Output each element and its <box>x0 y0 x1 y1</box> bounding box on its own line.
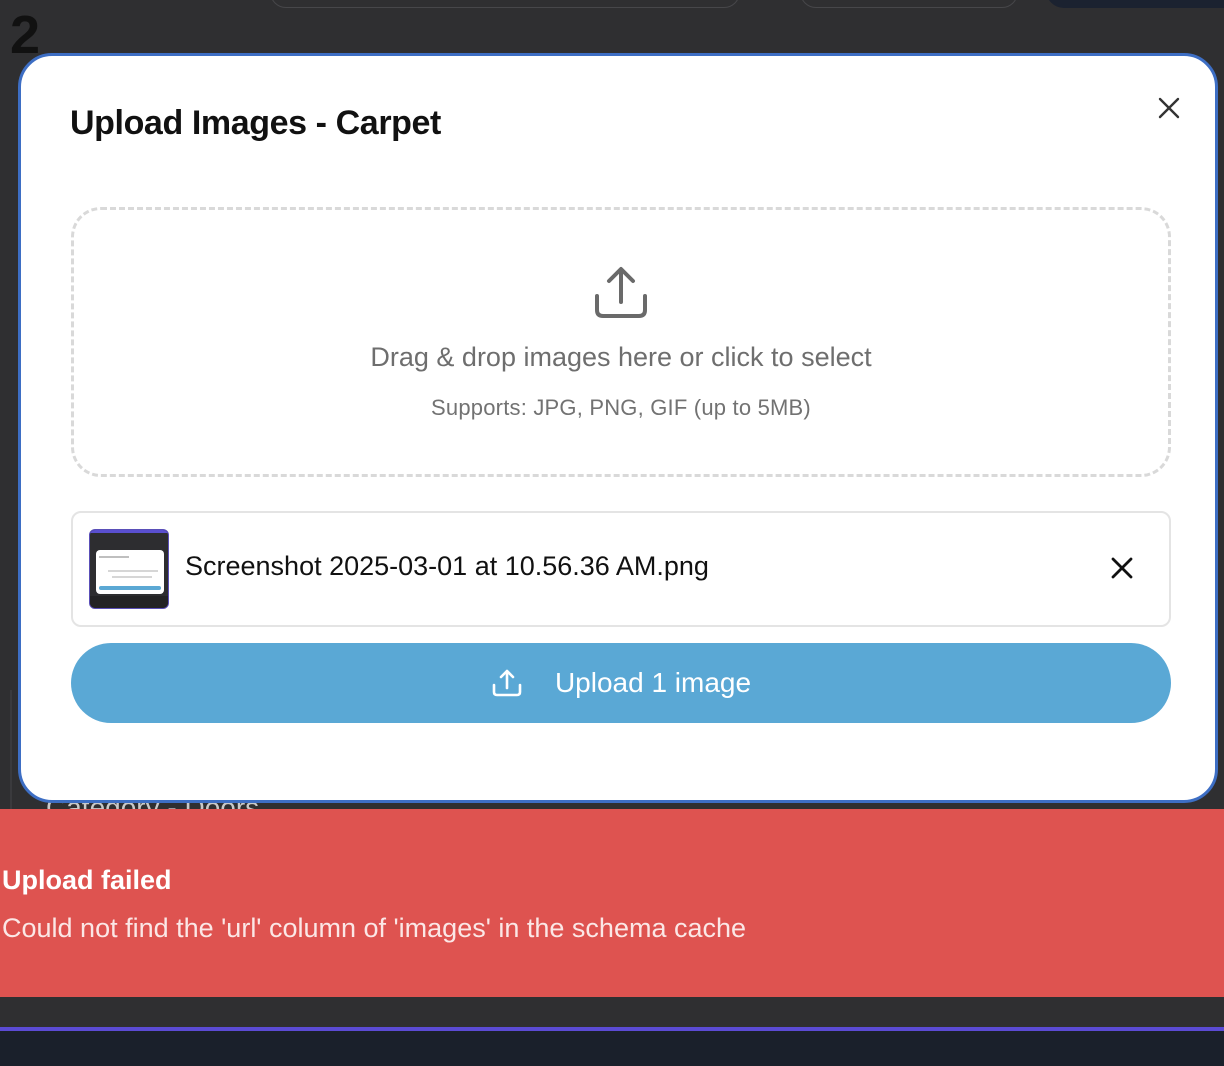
toast-title: Upload failed <box>2 865 172 895</box>
error-toast: Upload failed Could not find the 'url' c… <box>0 809 1224 997</box>
toast-message: Could not find the 'url' column of 'imag… <box>2 913 747 943</box>
upload-button-label: Upload 1 image <box>554 667 752 698</box>
screen: Category - Doors 2 Upload Images - Carpe… <box>0 0 1224 1066</box>
remove-icon <box>1111 557 1133 579</box>
close-icon <box>1158 97 1180 119</box>
upload-icon <box>595 267 647 318</box>
image-dropzone[interactable]: Drag & drop images here or click to sele… <box>71 207 1171 477</box>
background-search-pill <box>270 0 740 8</box>
step-number: 2 <box>10 5 41 65</box>
remove-file-button[interactable] <box>1105 551 1139 585</box>
dropzone-supported-formats: Supports: JPG, PNG, GIF (up to 5MB) <box>431 395 811 420</box>
upload-images-modal: Upload Images - Carpet Drag & drop image… <box>18 53 1218 803</box>
modal-title: Upload Images - Carpet <box>70 104 441 142</box>
file-name: Screenshot 2025-03-01 at 10.56.36 AM.png <box>185 551 709 581</box>
dropzone-instructions: Drag & drop images here or click to sele… <box>370 342 872 372</box>
modal-close-button[interactable] <box>1155 94 1183 122</box>
background-filter-pill <box>800 0 1018 8</box>
selected-file-item: Screenshot 2025-03-01 at 10.56.36 AM.png <box>71 511 1171 627</box>
background-dark-tab <box>1046 0 1224 8</box>
background-footer <box>0 997 1224 1028</box>
file-thumbnail <box>89 529 169 609</box>
upload-images-button[interactable]: Upload 1 image <box>71 643 1171 723</box>
upload-icon <box>492 669 522 697</box>
bottom-bar <box>0 1031 1224 1066</box>
